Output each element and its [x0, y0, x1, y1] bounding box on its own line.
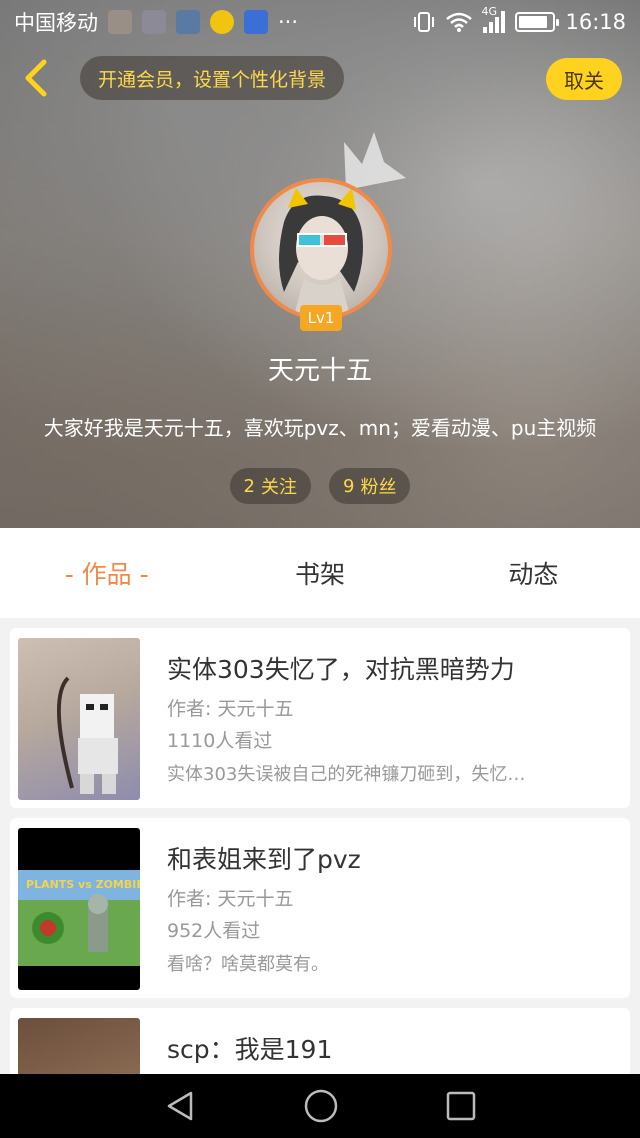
svg-text:PLANTS vs ZOMBIES: PLANTS vs ZOMBIES: [26, 878, 140, 891]
work-cover-image: PLANTS vs ZOMBIES: [18, 828, 140, 990]
avatar-image: [250, 178, 392, 320]
work-author: 作者: 天元十五: [167, 698, 294, 720]
work-cover-image: [18, 638, 140, 800]
bio: 大家好我是天元十五，喜欢玩pvz、mn；爱看动漫、pu主视频: [43, 416, 597, 440]
following-pill[interactable]: 2 关注: [229, 468, 311, 504]
app-notification-icon: [142, 10, 166, 34]
battery-icon: [515, 12, 560, 32]
app-notification-icon: [108, 10, 132, 34]
work-views: 1110人看过: [167, 730, 273, 752]
wifi-icon: [446, 12, 473, 32]
work-views: 952人看过: [167, 920, 261, 942]
work-description: 实体303失误被自己的死神镰刀砸到，失忆…: [167, 764, 526, 785]
following-label: 关注: [261, 477, 297, 498]
baidu-notification-icon: [244, 10, 268, 34]
fans-count: 9: [343, 475, 355, 497]
vip-background-banner[interactable]: 开通会员，设置个性化背景: [80, 56, 345, 100]
following-count: 2: [243, 475, 255, 497]
work-cover-image: [18, 1018, 140, 1074]
avatar[interactable]: [250, 178, 392, 320]
tab-works[interactable]: - 作品 -: [0, 555, 213, 591]
clock: 16:18: [565, 10, 626, 34]
works-list: 实体303失忆了，对抗黑暗势力 作者: 天元十五 1110人看过 实体303失误…: [0, 618, 640, 1074]
status-bar: 中国移动 ··· 4G 16:18: [0, 0, 640, 44]
list-item[interactable]: scp：我是191: [10, 1008, 630, 1074]
work-title: scp：我是191: [167, 1035, 333, 1064]
tab-activity[interactable]: 动态: [427, 555, 640, 591]
work-author: 作者: 天元十五: [167, 888, 294, 910]
tab-bookshelf[interactable]: 书架: [213, 555, 426, 591]
back-nav-icon[interactable]: [163, 1089, 197, 1123]
gallery-notification-icon: [176, 10, 200, 34]
work-title: 和表姐来到了pvz: [167, 845, 361, 874]
work-description: 看啥？啥莫都莫有。: [167, 954, 329, 975]
unfollow-button[interactable]: 取关: [546, 58, 622, 100]
fans-pill[interactable]: 9 粉丝: [329, 468, 411, 504]
network-type-label: 4G: [481, 5, 497, 18]
username: 天元十五: [267, 356, 372, 386]
recents-nav-icon[interactable]: [445, 1090, 477, 1122]
avatar-illustration: [279, 188, 363, 316]
fans-label: 粉丝: [360, 477, 397, 498]
more-notifications-icon: ···: [278, 10, 299, 34]
vibrate-icon: [414, 12, 435, 32]
chat-notification-icon: [210, 10, 234, 34]
work-title: 实体303失忆了，对抗黑暗势力: [167, 655, 515, 684]
chevron-left-icon: [25, 59, 47, 97]
level-badge: Lv1: [300, 305, 342, 331]
list-item[interactable]: 实体303失忆了，对抗黑暗势力 作者: 天元十五 1110人看过 实体303失误…: [10, 628, 630, 808]
back-button[interactable]: [14, 56, 58, 100]
system-navigation-bar: [0, 1074, 640, 1138]
list-item[interactable]: PLANTS vs ZOMBIES 和表姐来到了pvz 作者: 天元十五 952…: [10, 818, 630, 998]
carrier-label: 中国移动: [14, 11, 98, 35]
profile-tabs: - 作品 - 书架 动态: [0, 528, 640, 618]
home-nav-icon[interactable]: [303, 1088, 339, 1124]
stats-row: 2 关注 9 粉丝: [0, 468, 640, 504]
